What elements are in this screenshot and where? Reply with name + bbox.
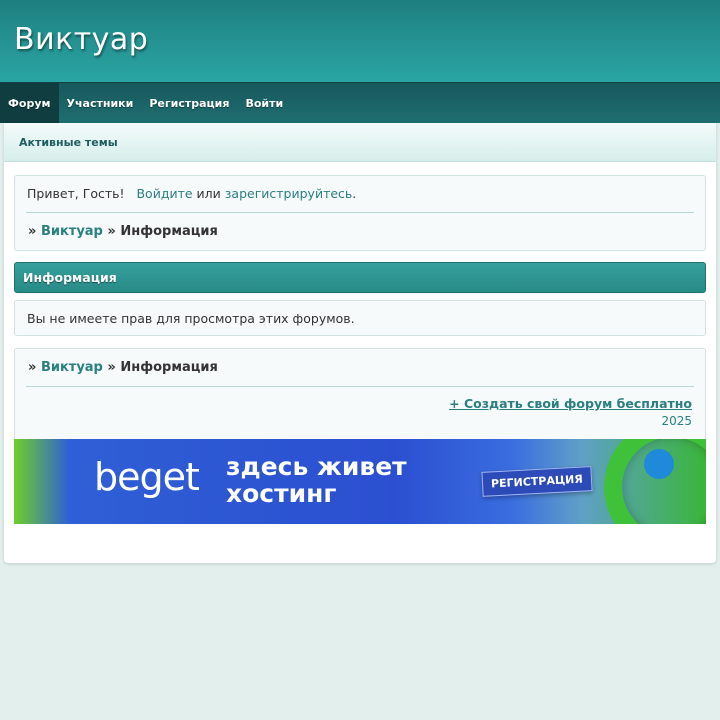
nav-forum[interactable]: Форум xyxy=(0,83,59,123)
breadcrumb-separator: » xyxy=(107,224,116,239)
main-nav: Форум Участники Регистрация Войти xyxy=(0,82,720,123)
beget-logo: beget xyxy=(94,455,200,499)
footer-breadcrumb: » Виктуар » Информация xyxy=(15,349,705,386)
nav-register[interactable]: Регистрация xyxy=(141,83,237,123)
copyright-year: 2025 xyxy=(661,414,692,428)
greeting-text: Привет, Гость! xyxy=(27,186,125,201)
nav-login[interactable]: Войти xyxy=(237,83,291,123)
subnav-bar: Активные темы xyxy=(4,123,716,162)
content-container: Активные темы Привет, Гость! Войдите или… xyxy=(4,123,716,563)
or-text: или xyxy=(196,186,221,201)
create-forum-link[interactable]: + Создать свой форум бесплатно xyxy=(449,396,692,411)
breadcrumb-separator: » xyxy=(107,360,116,375)
create-forum-row: + Создать свой форум бесплатно xyxy=(15,387,705,411)
active-topics-link[interactable]: Активные темы xyxy=(19,136,118,149)
banner-tagline: здесь живет хостинг xyxy=(226,453,407,507)
register-link[interactable]: зарегистрируйтесь xyxy=(225,186,353,201)
nav-members[interactable]: Участники xyxy=(59,83,142,123)
site-header: Виктуар xyxy=(0,0,720,82)
breadcrumb-forum-link[interactable]: Виктуар xyxy=(41,360,103,375)
welcome-text: Привет, Гость! Войдите или зарегистрируй… xyxy=(15,176,705,212)
breadcrumb-current: Информация xyxy=(120,224,218,239)
breadcrumb: » Виктуар » Информация xyxy=(15,213,705,250)
info-heading: Информация xyxy=(14,262,706,293)
ring-center-icon xyxy=(644,449,674,479)
login-link[interactable]: Войдите xyxy=(136,186,192,201)
breadcrumb-current: Информация xyxy=(120,360,218,375)
banner-register-button[interactable]: РЕГИСТРАЦИЯ xyxy=(481,466,593,497)
banner-line-1: здесь живет xyxy=(226,452,407,481)
info-message: Вы не имеете прав для просмотра этих фор… xyxy=(27,311,355,326)
hosting-ad-banner[interactable]: beget здесь живет хостинг РЕГИСТРАЦИЯ xyxy=(14,439,706,524)
breadcrumb-forum-link[interactable]: Виктуар xyxy=(41,224,103,239)
breadcrumb-separator: » xyxy=(28,224,37,239)
banner-line-2: хостинг xyxy=(226,479,337,508)
site-title[interactable]: Виктуар xyxy=(14,22,148,57)
info-panel: Вы не имеете прав для просмотра этих фор… xyxy=(14,300,706,336)
breadcrumb-separator: » xyxy=(28,360,37,375)
welcome-panel: Привет, Гость! Войдите или зарегистрируй… xyxy=(14,175,706,251)
period-text: . xyxy=(352,186,357,201)
